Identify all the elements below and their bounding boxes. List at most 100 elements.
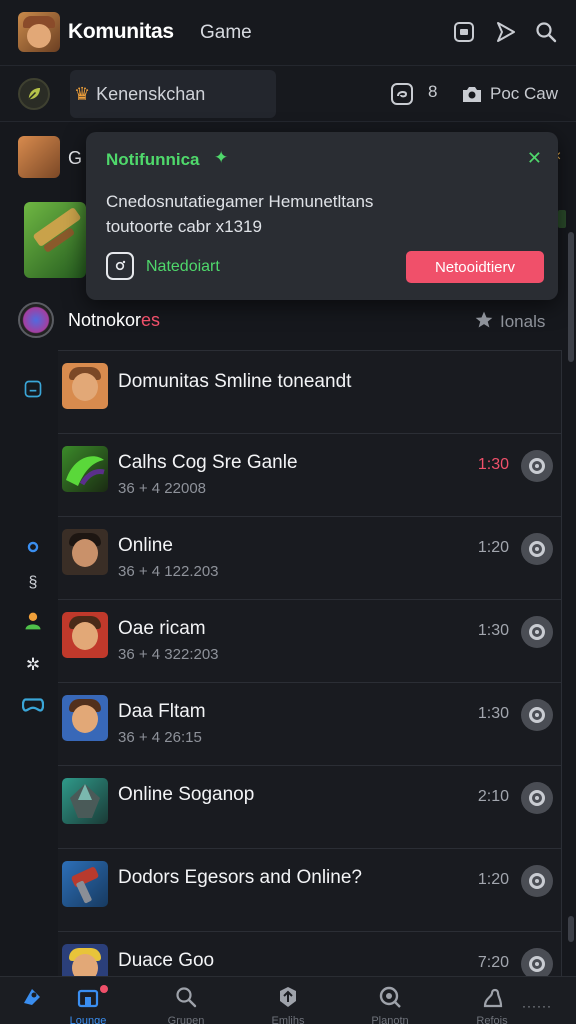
bottom-nav: Lounge Grupen Emlihs Planotn Refois ····… — [0, 976, 576, 1024]
play-button[interactable] — [521, 533, 553, 565]
play-button[interactable] — [521, 782, 553, 814]
play-icon — [529, 458, 545, 474]
section-title: Notnokores — [68, 310, 160, 331]
nav-label: Grupen — [167, 1015, 205, 1024]
nav-item-refois[interactable]: Refois — [452, 983, 532, 1024]
nav-label: Planotn — [371, 1015, 409, 1024]
game-thumbnail — [62, 446, 108, 492]
game-meta: 36 + 4 22008 — [118, 480, 207, 497]
community-selector[interactable]: ♛ Kenenskchan — [70, 70, 276, 118]
sparkle-icon: ✦ — [214, 148, 229, 167]
row-label: G — [68, 148, 83, 168]
game-name: Online Soganop — [118, 784, 255, 805]
chat-square-icon[interactable] — [390, 82, 414, 106]
avatar[interactable] — [18, 136, 60, 178]
app-title: Komunitas — [68, 20, 174, 43]
store-icon — [74, 983, 102, 1011]
crown-icon: ♛ — [74, 83, 91, 104]
notification-body-line: toutoorte cabr x1319 — [106, 217, 262, 236]
list-item[interactable]: Calhs Cog Sre Ganle 36 + 4 22008 1:30 — [58, 433, 562, 516]
scrollbar-thumb[interactable] — [568, 232, 574, 362]
game-thumbnail — [62, 363, 108, 409]
game-thumbnail — [62, 529, 108, 575]
nav-label: Lounge — [69, 1015, 107, 1024]
send-icon[interactable] — [492, 18, 520, 46]
notification-card: Notifunnica ✦ ✕ Cnedosnutatiegamer Hemun… — [86, 132, 558, 300]
game-time: 1:30 — [477, 705, 509, 722]
notification-title: Notifunnica — [106, 150, 200, 169]
home-icon — [18, 983, 46, 1011]
notification-action-button[interactable]: Netooidtierv — [406, 251, 544, 283]
play-button[interactable] — [521, 699, 553, 731]
notification-secondary-link[interactable]: Natedoiart — [146, 258, 220, 276]
game-list: Domunitas Smline toneandt Calhs Cog Sre … — [58, 350, 562, 1014]
puzzle-icon[interactable]: ✲ — [22, 654, 44, 676]
community-selector-label: Kenenskchan — [96, 83, 206, 104]
play-icon — [529, 707, 545, 723]
section-title-text: Notnokor — [68, 310, 142, 330]
camera-icon[interactable] — [460, 82, 484, 106]
play-icon — [529, 873, 545, 889]
game-thumbnail — [62, 695, 108, 741]
featured-game-thumbnail[interactable] — [24, 202, 86, 278]
app-header: Komunitas Game — [0, 0, 576, 66]
app-logo[interactable] — [18, 12, 60, 52]
filter-bar: ♛ Kenenskchan 8 Poc Caw — [0, 66, 576, 122]
nav-label: Refois — [476, 1015, 508, 1024]
play-button[interactable] — [521, 616, 553, 648]
explore-icon — [376, 983, 404, 1011]
play-button[interactable] — [521, 450, 553, 482]
gamepad-icon[interactable] — [22, 694, 44, 716]
close-icon[interactable]: ✕ — [527, 148, 542, 169]
notification-body: Cnedosnutatiegamer Hemunetltans toutoort… — [106, 189, 526, 239]
list-item[interactable]: Oae ricam 36 + 4 322:203 1:30 — [58, 599, 562, 682]
search-icon[interactable] — [532, 18, 560, 46]
leaf-icon[interactable] — [18, 78, 50, 110]
search-icon — [172, 983, 200, 1011]
game-name: Calhs Cog Sre Ganle — [118, 452, 298, 473]
chat-icon[interactable] — [22, 378, 44, 400]
sort-label[interactable]: Poc Caw — [490, 84, 558, 104]
section-header: Notnokores Ionals — [0, 298, 576, 350]
game-meta: 36 + 4 26:15 — [118, 729, 202, 746]
upload-icon — [274, 983, 302, 1011]
game-time: 1:20 — [477, 871, 509, 888]
game-time: 1:30 — [477, 456, 509, 473]
game-name: Online — [118, 535, 173, 556]
notification-dot — [100, 985, 108, 993]
count-label: 8 — [428, 82, 438, 101]
play-icon — [529, 624, 545, 640]
game-name: Dodors Egesors and Online? — [118, 867, 362, 888]
game-name: Duace Goo — [118, 950, 215, 971]
more-icon[interactable]: ······ — [522, 999, 552, 1013]
game-thumbnail — [62, 612, 108, 658]
section-right-label[interactable]: Ionals — [500, 312, 545, 332]
list-item[interactable]: Dodors Egesors and Online? 1:20 — [58, 848, 562, 931]
game-thumbnail — [62, 778, 108, 824]
nav-item-emlihs[interactable]: Emlihs — [248, 983, 328, 1024]
window-icon[interactable] — [450, 18, 478, 46]
notification-body-line: Cnedosnutatiegamer Hemunetltans — [106, 192, 374, 211]
game-thumbnail — [62, 861, 108, 907]
list-item[interactable]: Daa Fltam 36 + 4 26:15 1:30 — [58, 682, 562, 765]
list-item[interactable]: Domunitas Smline toneandt — [58, 350, 562, 433]
game-meta: 36 + 4 322:203 — [118, 646, 219, 663]
game-meta: 36 + 4 122.203 — [118, 563, 219, 580]
list-item[interactable]: Online Soganop 2:10 — [58, 765, 562, 848]
nav-item-cauvet[interactable]: Grupen — [146, 983, 226, 1024]
play-icon — [529, 790, 545, 806]
game-time: 2:10 — [477, 788, 509, 805]
dot-icon[interactable] — [22, 536, 44, 558]
nav-item-planotn[interactable]: Planotn — [350, 983, 430, 1024]
instagram-icon[interactable] — [106, 252, 134, 280]
section-title-accent: es — [141, 310, 161, 330]
link-icon[interactable]: § — [22, 572, 44, 594]
user-icon[interactable] — [22, 610, 44, 632]
star-icon — [474, 310, 494, 335]
list-item[interactable]: Online 36 + 4 122.203 1:20 — [58, 516, 562, 599]
app-subtitle: Game — [200, 22, 252, 43]
scrollbar-thumb-secondary[interactable] — [568, 916, 574, 942]
nav-item-grupen[interactable]: Lounge — [48, 983, 128, 1024]
play-icon — [529, 956, 545, 972]
play-button[interactable] — [521, 865, 553, 897]
